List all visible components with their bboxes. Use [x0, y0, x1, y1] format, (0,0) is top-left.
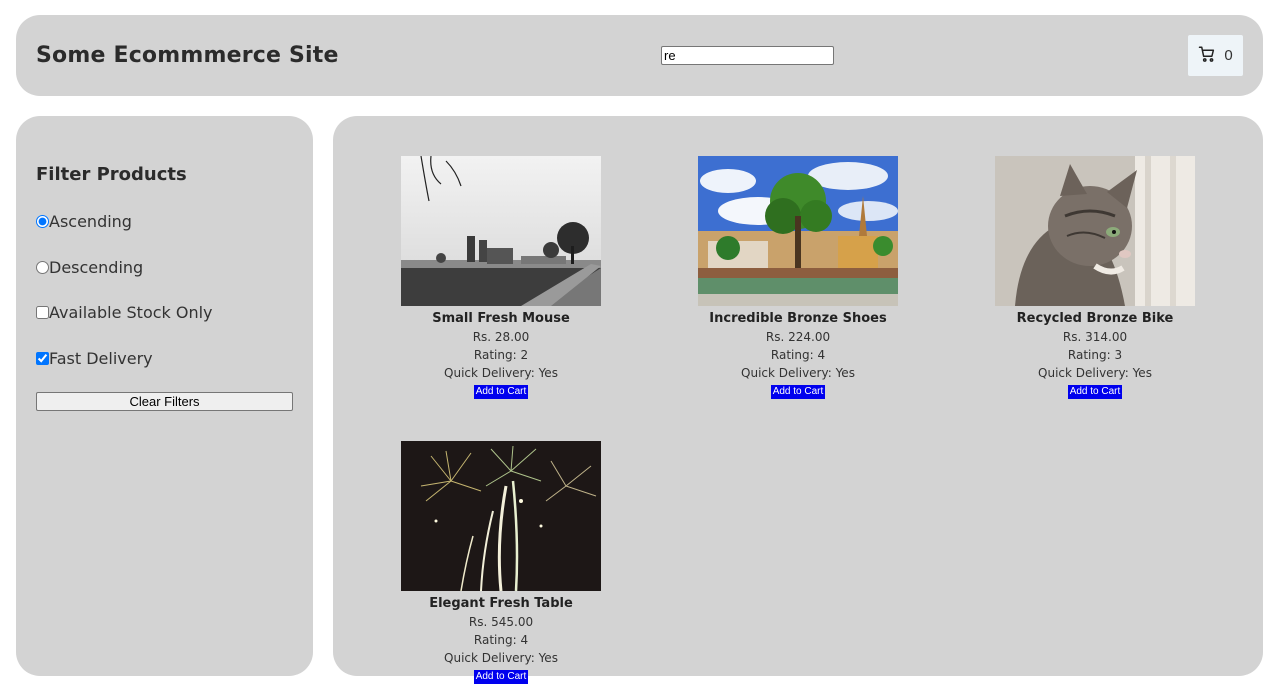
product-price: Rs. 314.00 [1062, 330, 1128, 344]
fast-delivery-label: Fast Delivery [49, 349, 153, 368]
add-to-cart-button[interactable]: Add to Cart [770, 385, 826, 399]
product-rating: Rating: 3 [1067, 348, 1123, 362]
clear-filters-button[interactable]: Clear Filters [36, 392, 293, 411]
product-card: Elegant Fresh Table Rs. 545.00 Rating: 4… [401, 441, 601, 684]
product-rating: Rating: 4 [770, 348, 826, 362]
product-name: Incredible Bronze Shoes [709, 311, 887, 326]
product-rating: Rating: 4 [473, 633, 529, 647]
filter-available-stock[interactable]: Available Stock Only [36, 303, 213, 322]
cart-count: 0 [1224, 47, 1233, 64]
product-card: Small Fresh Mouse Rs. 28.00 Rating: 2 Qu… [401, 156, 601, 399]
fireworks-photo [401, 441, 601, 591]
product-price: Rs. 224.00 [765, 330, 831, 344]
header: Some Ecommmerce Site 0 [16, 15, 1263, 96]
filter-ascending[interactable]: Ascending [36, 212, 132, 231]
product-grid: Small Fresh Mouse Rs. 28.00 Rating: 2 Qu… [333, 116, 1263, 684]
product-price: Rs. 28.00 [472, 330, 530, 344]
add-to-cart-button[interactable]: Add to Cart [1067, 385, 1123, 399]
farm-landscape-photo [401, 156, 601, 306]
add-to-cart-button[interactable]: Add to Cart [473, 385, 529, 399]
product-name: Elegant Fresh Table [429, 596, 573, 611]
search-input[interactable] [661, 46, 834, 65]
available-stock-label: Available Stock Only [49, 303, 213, 322]
product-card: Incredible Bronze Shoes Rs. 224.00 Ratin… [698, 156, 898, 399]
city-tree-photo [698, 156, 898, 306]
product-name: Small Fresh Mouse [432, 311, 570, 326]
available-stock-checkbox[interactable] [36, 306, 49, 319]
cat-photo [995, 156, 1195, 306]
product-delivery: Quick Delivery: Yes [1038, 366, 1152, 380]
fast-delivery-checkbox[interactable] [36, 352, 49, 365]
ascending-label: Ascending [49, 212, 132, 231]
ascending-radio[interactable] [36, 215, 49, 228]
descending-label: Descending [49, 258, 144, 277]
cart-icon [1198, 45, 1216, 67]
filter-fast-delivery[interactable]: Fast Delivery [36, 349, 153, 368]
filter-title: Filter Products [36, 164, 187, 185]
product-delivery: Quick Delivery: Yes [444, 366, 558, 380]
add-to-cart-button[interactable]: Add to Cart [473, 670, 529, 684]
product-card: Recycled Bronze Bike Rs. 314.00 Rating: … [995, 156, 1195, 399]
filter-descending[interactable]: Descending [36, 258, 143, 277]
product-delivery: Quick Delivery: Yes [444, 651, 558, 665]
cart-button[interactable]: 0 [1188, 35, 1243, 76]
product-rating: Rating: 2 [473, 348, 529, 362]
filter-sidebar: Filter Products Ascending Descending Ava… [16, 116, 313, 676]
product-delivery: Quick Delivery: Yes [741, 366, 855, 380]
descending-radio[interactable] [36, 261, 49, 274]
product-price: Rs. 545.00 [468, 615, 534, 629]
site-title: Some Ecommmerce Site [36, 43, 339, 68]
product-name: Recycled Bronze Bike [1016, 311, 1174, 326]
